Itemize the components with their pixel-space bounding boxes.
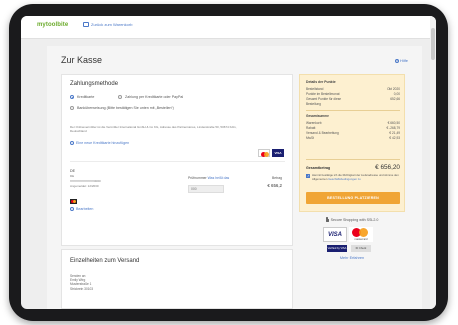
summary-row-value: Okt 2020 <box>387 87 400 91</box>
payment-option-bank-transfer[interactable]: Banküberweisung (Bitte bestätigen Sie un… <box>70 106 174 110</box>
radio-unselected[interactable] <box>70 106 74 110</box>
summary-title: Details der Punkte <box>306 80 336 84</box>
site-logo[interactable]: mytoolbite <box>37 22 68 28</box>
summary-row-key: Warenkorb <box>306 121 322 125</box>
edit-label: Bearbeiten <box>76 207 94 211</box>
help-icon: ? <box>394 58 399 63</box>
cvc-help-link[interactable]: Was heißt das <box>208 176 230 180</box>
top-bar: mytoolbite Zurück zum Warenkorb <box>21 16 436 39</box>
lock-icon <box>325 216 329 222</box>
secure-shopping-label: Secure Shopping with SSL2.0 <box>330 218 379 222</box>
order-summary-panel: Details der Punkte Bestellstand Okt 2020 … <box>299 74 405 212</box>
more-info-link[interactable]: Mehr Erfahren <box>299 256 405 260</box>
shipping-details-card: Einzelheiten zum Versand Senden an Emily… <box>61 249 293 309</box>
edit-icon <box>70 207 74 211</box>
shipping-city: Strickrein 30103 <box>70 286 94 291</box>
summary-row: Punkte im Bestellmonat 0,00 <box>306 92 400 96</box>
terms-link[interactable]: Geschäftsbedingungen zu <box>328 177 361 181</box>
cvc-input[interactable]: 000 <box>188 185 224 193</box>
terms-checkbox[interactable] <box>306 174 310 178</box>
card-expiry: Angemeldet: 12/2030 <box>70 184 99 188</box>
verified-by-visa-badge: Verified by VISA <box>327 245 347 252</box>
browser-screen: mytoolbite Zurück zum Warenkorb Zur Kass… <box>21 16 436 309</box>
summary-row-key: Bestellstand <box>306 87 324 91</box>
summary-row: Gesamt Punkte für diese 652,66 <box>306 97 400 101</box>
card-number: XXXXXXXXXXXX0000 <box>70 179 101 183</box>
radio-unselected[interactable] <box>118 95 122 99</box>
visa-icon: VISA <box>272 149 284 157</box>
checkout-page: Zur Kasse ? Hilfe Zahlungsmethode Kredit… <box>47 46 422 309</box>
id-check-badge: ID Check <box>351 245 371 252</box>
total-label: Gesamtbetrag <box>306 166 331 170</box>
summary-row-key: Rabatt <box>306 126 316 130</box>
summary-row: Rabatt € -268,79 <box>306 126 400 130</box>
payment-option-label: Zahlung per Kreditkarte oder PayPal <box>125 95 184 99</box>
amount-value: € 656,2 <box>267 183 282 188</box>
shipping-address: Senden an Emily Wirg Musterstraße 1 Stri… <box>70 274 93 291</box>
summary-row-key: MwSt <box>306 136 314 140</box>
mastercard-logo-icon: mastercard <box>349 227 373 242</box>
summary-row-key: Bestellung <box>306 102 321 106</box>
payment-option-credit-card[interactable]: Kreditkarte <box>70 95 94 99</box>
help-link[interactable]: ? Hilfe <box>394 58 408 63</box>
summary-row-value: € 42,93 <box>389 136 400 140</box>
amount-label: Betrag <box>272 176 282 180</box>
secure-shopping-note: Secure Shopping with SSL2.0 <box>299 216 405 222</box>
payment-disclaimer: Der Onlinevermittler ist die Vermittler … <box>70 125 237 133</box>
summary-row-value: € 660,50 <box>387 121 400 125</box>
mastercard-label: mastercard <box>354 237 368 241</box>
summary-row: Bestellstand Okt 2020 <box>306 87 400 91</box>
summary-row-value: 0,00 <box>393 92 400 96</box>
help-label: Hilfe <box>399 58 408 63</box>
plus-icon <box>70 141 74 145</box>
visa-logo-icon: VISA <box>323 227 347 242</box>
terms-text: Hiermit bestätige ich die Richtigkeit de… <box>312 173 400 181</box>
cvc-label-text: Prüfnummer <box>188 176 207 180</box>
mastercard-icon <box>258 149 270 157</box>
summary-row: Warenkorb € 660,50 <box>306 121 400 125</box>
summary-row-key: Versand & Bearbeitung <box>306 131 339 135</box>
total-row: Gesamtbetrag € 656,20 <box>306 164 400 171</box>
summary-row-value: 652,66 <box>390 97 400 101</box>
place-order-button[interactable]: BESTELLUNG PLATZIEREN <box>306 192 400 204</box>
summary-row-key: Punkte im Bestellmonat <box>306 92 340 96</box>
edit-card-link[interactable]: Bearbeiten <box>70 207 93 211</box>
divider <box>70 161 285 162</box>
payment-option-label: Kreditkarte <box>77 95 95 99</box>
mastercard-small-icon <box>70 199 77 204</box>
card-country: DE <box>70 169 75 173</box>
payment-option-paypal[interactable]: Zahlung per Kreditkarte oder PayPal <box>118 95 183 99</box>
payment-method-card: Zahlungsmethode Kreditkarte Zahlung per … <box>61 74 293 246</box>
payment-method-title: Zahlungsmethode <box>70 81 119 87</box>
scrollbar-thumb[interactable] <box>431 28 435 60</box>
add-card-label: Eine neue Kreditkarte hinzufügen <box>76 141 130 145</box>
radio-selected[interactable] <box>70 95 74 99</box>
summary-row: Versand & Bearbeitung € 21,49 <box>306 131 400 135</box>
tablet-frame: mytoolbite Zurück zum Warenkorb Zur Kass… <box>9 4 448 321</box>
back-to-cart-link[interactable]: Zurück zum Warenkorb <box>83 22 132 27</box>
shipping-title: Einzelheiten zum Versand <box>70 258 140 264</box>
shipping-street: Musterstraße 1 <box>70 282 92 287</box>
page-title: Zur Kasse <box>61 55 103 65</box>
summary-row-value: € -268,79 <box>386 126 400 130</box>
total-amount: € 656,20 <box>375 164 400 171</box>
summary-divider <box>306 110 400 111</box>
cvc-label: Prüfnummer Was heißt das <box>188 176 229 180</box>
payment-option-label: Banküberweisung (Bitte bestätigen Sie un… <box>77 106 174 110</box>
cart-icon <box>83 22 89 27</box>
terms-agreement: Hiermit bestätige ich die Richtigkeit de… <box>306 173 400 181</box>
summary-row-value: € 21,49 <box>389 131 400 135</box>
summary-subtitle: Gesamtsumme <box>306 114 329 118</box>
summary-row-key: Gesamt Punkte für diese <box>306 97 342 101</box>
summary-row: MwSt € 42,93 <box>306 136 400 140</box>
vertical-scrollbar[interactable] <box>430 16 436 309</box>
summary-row: Bestellung <box>306 102 400 106</box>
add-card-link[interactable]: Eine neue Kreditkarte hinzufügen <box>70 141 129 145</box>
summary-divider <box>306 159 400 160</box>
back-to-cart-label: Zurück zum Warenkorb <box>91 22 133 27</box>
card-line2: DE <box>70 174 75 178</box>
